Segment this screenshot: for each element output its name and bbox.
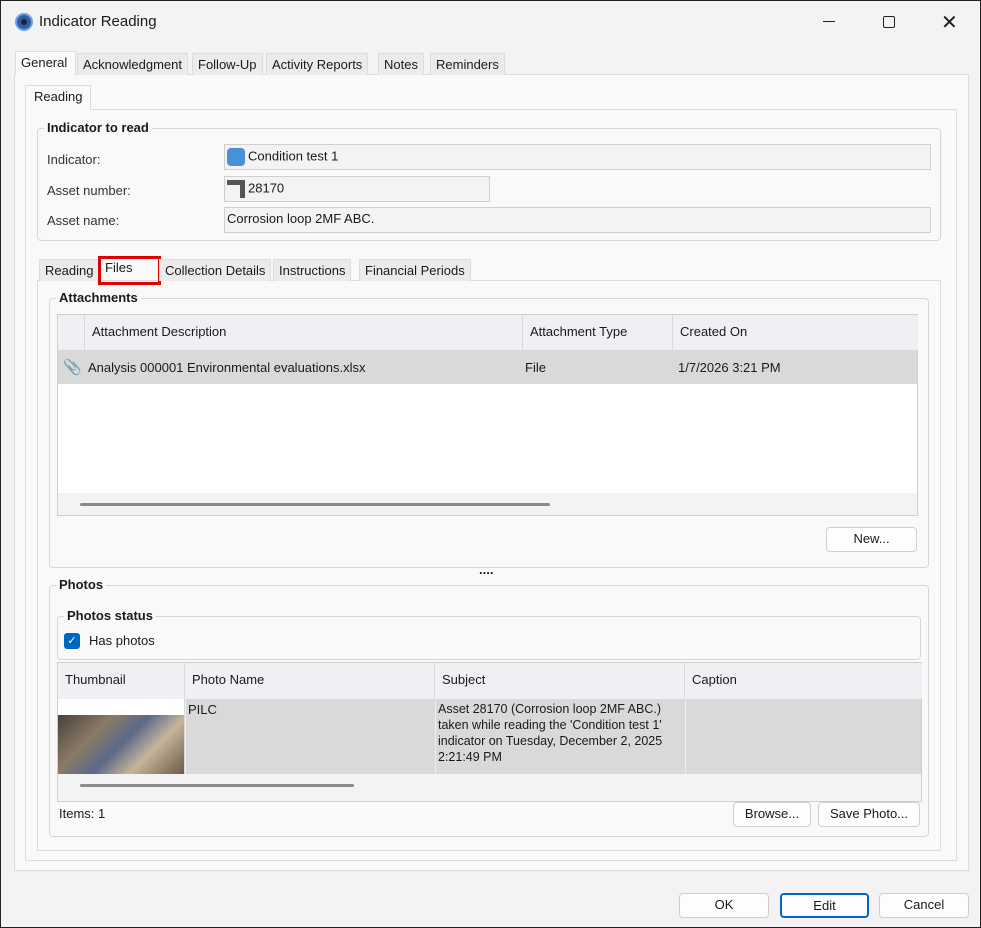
splitter-handle[interactable]: ....	[479, 562, 493, 577]
header-icon	[58, 315, 85, 350]
thumbnail-top	[58, 699, 184, 715]
header-description[interactable]: Attachment Description	[85, 315, 523, 350]
app-icon	[15, 13, 33, 31]
group-title: Photos	[56, 577, 107, 592]
tab-collection-details[interactable]: Collection Details	[159, 259, 272, 281]
table-row[interactable]: 📎 Analysis 000001 Environmental evaluati…	[58, 350, 917, 384]
indicator-reading-window: Indicator Reading ✕ General Acknowledgme…	[0, 0, 981, 928]
header-subject[interactable]: Subject	[435, 663, 685, 699]
asset-name-field[interactable]: Corrosion loop 2MF ABC.	[224, 207, 931, 233]
horizontal-scrollbar-track	[58, 774, 921, 801]
browse-button[interactable]: Browse...	[733, 802, 811, 827]
tab-reading[interactable]: Reading	[25, 85, 92, 110]
tab-general[interactable]: General	[15, 51, 76, 75]
save-photo-button[interactable]: Save Photo...	[818, 802, 920, 827]
divider	[685, 699, 686, 774]
header-photo-name[interactable]: Photo Name	[185, 663, 435, 699]
tab-follow-up[interactable]: Follow-Up	[192, 53, 263, 75]
group-title: Attachments	[56, 290, 141, 305]
header-caption[interactable]: Caption	[685, 663, 922, 699]
maximize-button[interactable]	[883, 16, 895, 28]
tab-reading-inner[interactable]: Reading	[39, 259, 100, 281]
window-title: Indicator Reading	[39, 13, 157, 30]
header-created[interactable]: Created On	[673, 315, 918, 350]
divider	[185, 699, 186, 774]
group-title: Photos status	[64, 608, 156, 623]
attachment-description: Analysis 000001 Environmental evaluation…	[88, 360, 366, 375]
horizontal-scrollbar[interactable]	[80, 784, 354, 787]
tab-instructions[interactable]: Instructions	[273, 259, 352, 281]
minimize-button[interactable]	[823, 21, 835, 22]
header-thumbnail[interactable]: Thumbnail	[58, 663, 185, 699]
has-photos-label: Has photos	[89, 633, 155, 648]
ok-button[interactable]: OK	[679, 893, 769, 918]
pipe-icon	[227, 180, 245, 198]
photo-thumbnail	[58, 715, 184, 774]
tab-notes[interactable]: Notes	[378, 53, 424, 75]
attachment-created: 1/7/2026 3:21 PM	[678, 360, 781, 375]
header-type[interactable]: Attachment Type	[523, 315, 673, 350]
table-row[interactable]: PILC Asset 28170 (Corrosion loop 2MF ABC…	[58, 699, 921, 774]
horizontal-scrollbar[interactable]	[80, 503, 550, 506]
has-photos-checkbox[interactable]: ✓	[64, 633, 80, 649]
tab-reminders[interactable]: Reminders	[430, 53, 505, 75]
photo-name: PILC	[188, 702, 217, 717]
photo-subject: Asset 28170 (Corrosion loop 2MF ABC.) ta…	[438, 702, 663, 764]
asset-name-label: Asset name:	[47, 213, 120, 228]
close-button[interactable]: ✕	[941, 10, 958, 35]
indicator-field[interactable]: Condition test 1	[224, 144, 931, 170]
asset-number-label: Asset number:	[47, 183, 131, 198]
tab-financial-periods[interactable]: Financial Periods	[359, 259, 471, 281]
gauge-icon	[227, 148, 245, 166]
group-title: Indicator to read	[44, 120, 152, 135]
attachment-type: File	[525, 360, 546, 375]
tab-activity-reports[interactable]: Activity Reports	[266, 53, 369, 75]
highlight-box	[98, 256, 161, 285]
items-count: Items: 1	[59, 806, 106, 821]
asset-number-field[interactable]: 28170	[224, 176, 490, 202]
photos-grid: Thumbnail Photo Name Subject Caption PIL…	[57, 662, 922, 802]
photos-status-group: Photos status	[57, 608, 921, 660]
edit-button[interactable]: Edit	[780, 893, 869, 918]
cancel-button[interactable]: Cancel	[879, 893, 969, 918]
indicator-label: Indicator:	[47, 152, 101, 167]
attachments-grid: Attachment Description Attachment Type C…	[57, 314, 918, 516]
divider	[435, 699, 436, 774]
tab-acknowledgment[interactable]: Acknowledgment	[77, 53, 188, 75]
paperclip-icon: 📎	[63, 359, 82, 376]
new-attachment-button[interactable]: New...	[826, 527, 917, 552]
